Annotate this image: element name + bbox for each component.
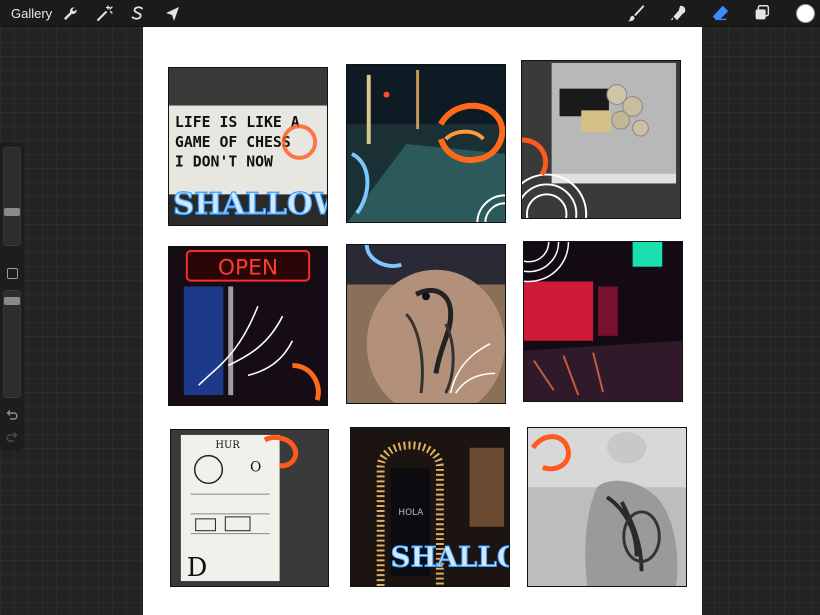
print-letter-d: D — [187, 553, 208, 583]
eraser-icon[interactable] — [710, 3, 732, 25]
tile-mirror-bar[interactable]: HOLA SHALLOWS — [350, 427, 510, 587]
print-header: HUR — [215, 440, 240, 451]
tile-open-sign[interactable]: OPEN — [168, 246, 328, 406]
top-toolbar: Gallery — [0, 0, 820, 27]
tile-back-tattoo[interactable] — [527, 427, 687, 587]
mirror-text: HOLA — [398, 508, 423, 518]
open-sign-text: OPEN — [218, 256, 278, 281]
redo-icon[interactable] — [5, 431, 19, 445]
sign-line-3: I DON'T NOW — [175, 154, 273, 171]
tile-neon-alley[interactable] — [523, 241, 683, 402]
tile-vintage-print[interactable]: HUR O D — [170, 429, 329, 587]
layers-icon[interactable] — [752, 3, 774, 25]
brush-icon[interactable] — [626, 3, 648, 25]
magic-wand-icon[interactable] — [94, 4, 114, 24]
transform-arrow-icon[interactable] — [163, 4, 183, 24]
shallows-overlay-text: SHALLOWS — [173, 186, 327, 221]
opacity-slider[interactable] — [3, 290, 21, 398]
print-letter-o: O — [250, 459, 261, 475]
shallows-overlay-text: SHALLOWS — [391, 540, 510, 573]
drawing-canvas[interactable]: LIFE IS LIKE A GAME OF CHESS I DON'T NOW… — [143, 27, 702, 615]
opacity-thumb[interactable] — [4, 297, 20, 305]
tile-night-street[interactable] — [346, 64, 506, 223]
modify-button[interactable] — [7, 268, 18, 279]
brush-size-slider[interactable] — [3, 147, 21, 246]
wrench-icon[interactable] — [60, 4, 80, 24]
smudge-icon[interactable] — [668, 3, 690, 25]
tile-peacock-tattoo[interactable] — [346, 244, 506, 404]
color-picker-swatch[interactable] — [796, 4, 815, 23]
side-bar — [0, 143, 24, 450]
sign-line-2: GAME OF CHESS — [175, 134, 291, 151]
tile-coins-wallet[interactable] — [521, 60, 681, 219]
gallery-button[interactable]: Gallery — [11, 6, 52, 21]
brush-size-thumb[interactable] — [4, 208, 20, 216]
selection-s-icon[interactable] — [128, 4, 148, 24]
sign-line-1: LIFE IS LIKE A — [175, 114, 300, 131]
undo-icon[interactable] — [5, 409, 19, 423]
tile-letter-board[interactable]: LIFE IS LIKE A GAME OF CHESS I DON'T NOW… — [168, 67, 328, 226]
